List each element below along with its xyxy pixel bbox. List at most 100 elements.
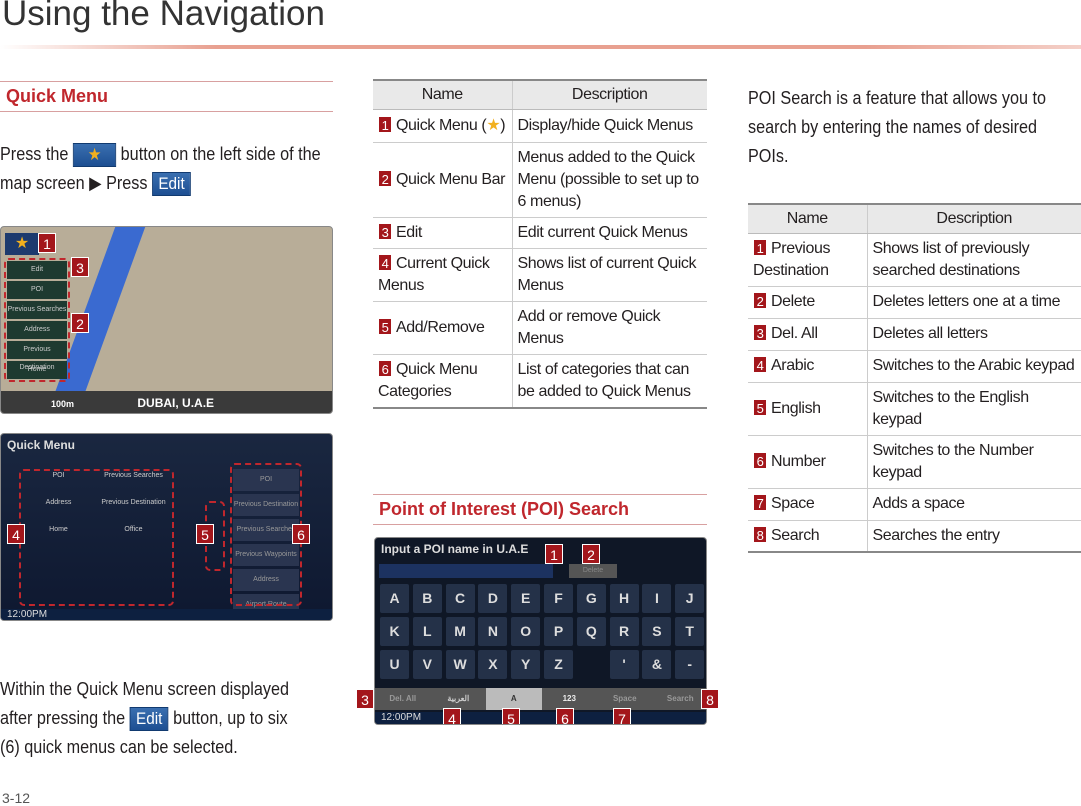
row-desc: Shows list of previously searched destin… bbox=[866, 233, 1081, 287]
del-all-key: Del. All bbox=[389, 694, 417, 703]
number-key: 123 bbox=[562, 694, 576, 703]
page-number: 3-12 bbox=[2, 790, 31, 806]
key: A bbox=[380, 584, 409, 613]
key: B bbox=[412, 584, 442, 613]
mode-bar: Del. All العربية A 123 Space Search bbox=[375, 688, 706, 710]
row-desc: Adds a space bbox=[866, 488, 1081, 521]
key: W bbox=[445, 650, 475, 679]
poi-screenshot: Input a POI name in U.A.E Delete ABCDEFG… bbox=[374, 537, 707, 725]
location: DUBAI, U.A.E bbox=[137, 396, 215, 410]
key: I bbox=[642, 584, 672, 613]
callout-badge: 5 bbox=[502, 708, 520, 724]
key: G bbox=[576, 584, 606, 613]
poi-input bbox=[379, 564, 553, 578]
star-icon: ★ bbox=[486, 116, 501, 134]
key: F bbox=[544, 584, 573, 613]
title-divider bbox=[0, 45, 1081, 49]
quick-menu-intro: Press the ★ button on the left side of t… bbox=[0, 140, 333, 198]
callout-badge: 2 bbox=[71, 313, 89, 333]
callout-badge: 3 bbox=[356, 689, 374, 709]
table-row: 3 Del. All Deletes all letters bbox=[748, 318, 1081, 351]
key: K bbox=[380, 617, 409, 646]
outro-text: button, up to six bbox=[173, 708, 288, 728]
callout-badge: 4 bbox=[7, 524, 25, 544]
row-number: 1 bbox=[753, 238, 767, 256]
screen-title: Quick Menu bbox=[7, 438, 76, 452]
row-name: Edit bbox=[396, 223, 422, 241]
table-row: 5 Add/Remove Add or remove Quick Menus bbox=[373, 301, 707, 355]
row-name: ) bbox=[500, 116, 506, 134]
delete-key: Delete bbox=[569, 564, 617, 578]
highlight bbox=[4, 258, 70, 382]
callout-badge: 3 bbox=[71, 257, 89, 277]
star-button: ★ bbox=[72, 143, 117, 168]
key: H bbox=[609, 584, 639, 613]
key: O bbox=[511, 617, 541, 646]
row-number: 7 bbox=[753, 494, 767, 511]
row-name: Quick Menu Bar bbox=[396, 170, 506, 188]
table-row: 1 Previous Destination Shows list of previ… bbox=[748, 233, 1081, 287]
callout-badge: 7 bbox=[613, 708, 631, 724]
row-desc: List of categories that can be added to … bbox=[511, 354, 707, 409]
key: L bbox=[412, 617, 442, 646]
row-number: 4 bbox=[753, 356, 767, 373]
row-desc: Searches the entry bbox=[866, 520, 1081, 553]
column-header: Name bbox=[748, 203, 867, 234]
highlight bbox=[19, 469, 174, 606]
key: & bbox=[642, 650, 672, 679]
row-name: Space bbox=[771, 495, 815, 512]
row-number: 2 bbox=[753, 292, 767, 309]
key: S bbox=[642, 617, 672, 646]
intro-text: button on the left side of the bbox=[120, 144, 321, 164]
row-desc: Switches to the English keypad bbox=[866, 382, 1081, 436]
row-number: 8 bbox=[753, 525, 767, 543]
clock: 12:00PM bbox=[375, 712, 706, 724]
row-number: 6 bbox=[753, 451, 767, 469]
scale: 100m bbox=[51, 399, 75, 409]
outro-text: Within the Quick Menu screen displayed bbox=[0, 679, 290, 699]
star-icon: ★ bbox=[5, 233, 39, 255]
key: U bbox=[380, 650, 409, 679]
row-desc: Edit current Quick Menus bbox=[511, 217, 707, 249]
row-name: Quick Menu Categories bbox=[378, 360, 478, 400]
quick-menu-table: Name Description 1 Quick Menu (★) Display/h… bbox=[373, 79, 707, 409]
star-icon: ★ bbox=[87, 145, 102, 165]
key: Y bbox=[511, 650, 541, 679]
page-title: Using the Navigation bbox=[2, 0, 325, 33]
row-number: 5 bbox=[378, 317, 392, 335]
row-number: 1 bbox=[378, 115, 392, 133]
row-name: Quick Menu ( bbox=[396, 116, 487, 134]
key: M bbox=[445, 617, 475, 646]
space-key: Space bbox=[612, 694, 637, 703]
key: ' bbox=[609, 650, 639, 679]
row-name: Delete bbox=[771, 293, 815, 310]
row-desc: Switches to the Arabic keypad bbox=[866, 350, 1081, 383]
poi-table: Name Description 1 Previous Destination Sho… bbox=[748, 203, 1081, 553]
column-header: Description bbox=[866, 203, 1081, 234]
table-row: 6 Quick Menu Categories List of categories… bbox=[373, 354, 707, 409]
outro-text: (6) quick menus can be selected. bbox=[0, 737, 238, 757]
row-desc: Display/hide Quick Menus bbox=[511, 109, 707, 143]
quick-menu-screenshot: Quick Menu POI Previous Searches Address… bbox=[0, 433, 333, 621]
callout-badge: 6 bbox=[556, 708, 574, 724]
row-desc: Deletes letters one at a time bbox=[866, 286, 1081, 319]
table-row: 6 Number Switches to the Number keypad bbox=[748, 435, 1081, 489]
row-name: Number bbox=[771, 452, 826, 470]
row-name: English bbox=[771, 399, 821, 417]
row-desc: Switches to the Number keypad bbox=[866, 435, 1081, 489]
intro-text: Press the bbox=[0, 144, 69, 164]
quick-menu-outro: Within the Quick Menu screen displayed a… bbox=[0, 675, 333, 762]
quick-menu-heading: Quick Menu bbox=[0, 81, 333, 112]
row-name: Add/Remove bbox=[396, 318, 485, 336]
map-screenshot: ★ Edit POI Previous Searches Address Pre… bbox=[0, 226, 333, 414]
column-header: Name bbox=[373, 79, 512, 110]
key: - bbox=[675, 650, 705, 679]
key: P bbox=[544, 617, 573, 646]
table-row: 8 Search Searches the entry bbox=[748, 520, 1081, 553]
table-row: 1 Quick Menu (★) Display/hide Quick Menus bbox=[373, 109, 707, 143]
table-row: 5 English Switches to the English keypad bbox=[748, 382, 1081, 436]
callout-badge: 4 bbox=[443, 708, 461, 724]
row-desc: Menus added to the Quick Menu (possible … bbox=[511, 142, 707, 218]
screen-title: Input a POI name in U.A.E bbox=[381, 542, 529, 556]
callout-badge: 1 bbox=[38, 233, 56, 253]
